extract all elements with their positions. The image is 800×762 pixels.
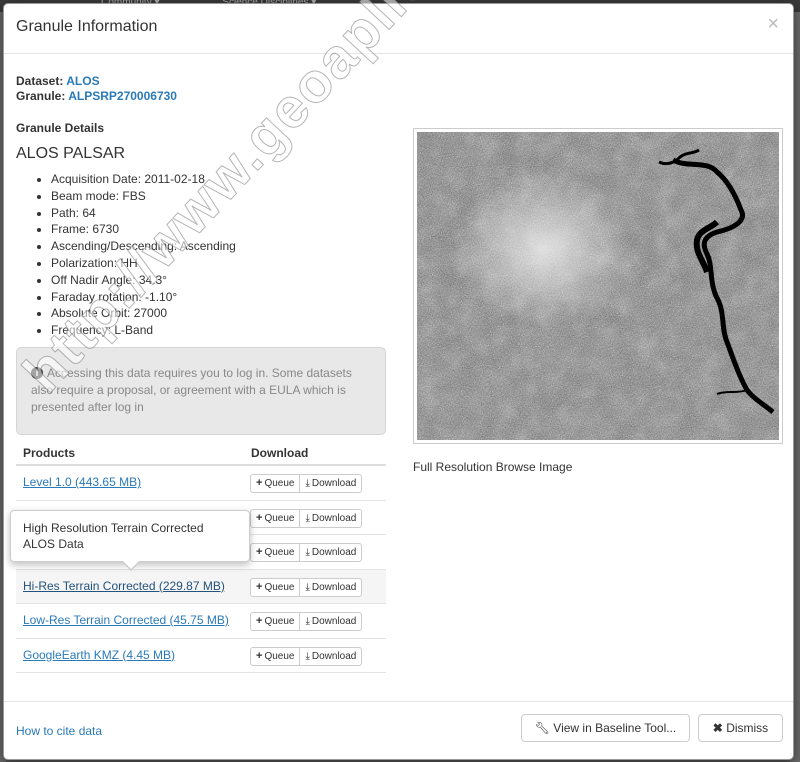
queue-button[interactable]: + Queue <box>250 508 301 528</box>
modal-header: Granule Information × <box>4 4 793 54</box>
info-icon: i <box>31 367 43 379</box>
download-label: Download <box>311 512 357 524</box>
product-link[interactable]: GoogleEarth KMZ (4.45 MB) <box>23 648 175 662</box>
queue-button[interactable]: + Queue <box>250 474 301 493</box>
queue-button[interactable]: + Queue <box>250 612 301 631</box>
login-alert: i Accessing this data requires you to log… <box>16 347 386 435</box>
granule-line: Granule: ALPSRP270006730 <box>16 89 177 104</box>
granule-details-heading: Granule Details <box>16 121 105 135</box>
attribute-item: Beam mode: FBS <box>51 188 236 205</box>
granule-label: Granule: <box>16 89 66 103</box>
col-download: Download <box>251 446 309 460</box>
download-button[interactable]: ⤓ Download <box>300 474 363 493</box>
download-button[interactable]: ⤓ Download <box>300 612 363 631</box>
close-icon[interactable]: × <box>767 14 779 34</box>
row-actions: + Queue ⤓ Download <box>250 646 363 666</box>
browse-image-frame[interactable] <box>413 128 783 444</box>
product-link[interactable]: Level 1.0 (443.65 MB) <box>23 475 141 489</box>
download-label: Download <box>311 581 357 593</box>
row-actions: + Queue ⤓ Download <box>250 508 363 528</box>
queue-label: Queue <box>264 478 295 489</box>
browse-image-caption: Full Resolution Browse Image <box>413 460 573 474</box>
attribute-item: Frequency: L-Band <box>51 322 236 339</box>
row-actions: + Queue ⤓ Download <box>250 577 363 597</box>
download-button[interactable]: ⤓ Download <box>300 577 363 597</box>
dataset-link[interactable]: ALOS <box>66 74 99 88</box>
download-button[interactable]: ⤓ Download <box>300 543 363 562</box>
row-actions: + Queue ⤓ Download <box>250 612 363 631</box>
row-actions: + Queue ⤓ Download <box>250 474 363 493</box>
sensor-name: ALOS PALSAR <box>16 145 126 162</box>
modal-footer: How to cite data 🔧︎ View in Baseline Too… <box>4 701 793 759</box>
attribute-item: Absolute Orbit: 27000 <box>51 305 236 322</box>
download-label: Download <box>311 616 357 627</box>
alert-text: Accessing this data requires you to log … <box>31 366 352 414</box>
dismiss-label: Dismiss <box>726 721 769 735</box>
product-link[interactable]: Low-Res Terrain Corrected (45.75 MB) <box>23 613 229 627</box>
dataset-label: Dataset: <box>16 74 64 88</box>
granule-link[interactable]: ALPSRP270006730 <box>68 89 177 103</box>
queue-button[interactable]: + Queue <box>250 543 301 562</box>
col-products: Products <box>23 446 76 460</box>
queue-label: Queue <box>264 581 295 593</box>
download-icon: ⤓ <box>305 547 310 558</box>
attribute-item: Off Nadir Angle: 34.3° <box>51 272 236 289</box>
products-header: Products Download <box>16 440 386 466</box>
queue-button[interactable]: + Queue <box>250 646 301 666</box>
granule-meta: Dataset: ALOS Granule: ALPSRP270006730 <box>16 74 177 104</box>
table-row: Hi-Res Terrain Corrected (229.87 MB) + Qu… <box>16 569 386 604</box>
queue-button[interactable]: + Queue <box>250 577 301 597</box>
wrench-icon: 🔧︎ <box>534 721 554 735</box>
download-button[interactable]: ⤓ Download <box>300 646 363 666</box>
attribute-item: Frame: 6730 <box>51 221 236 238</box>
product-tooltip: High Resolution Terrain Corrected ALOS D… <box>10 510 250 571</box>
download-icon: ⤓ <box>305 581 310 593</box>
dismiss-button[interactable]: ✖ Dismiss <box>698 714 783 742</box>
dataset-line: Dataset: ALOS <box>16 74 177 89</box>
baseline-tool-button[interactable]: 🔧︎ View in Baseline Tool... <box>521 714 690 742</box>
browse-image <box>417 132 779 440</box>
download-button[interactable]: ⤓ Download <box>300 508 363 528</box>
attribute-item: Faraday rotation: -1.10° <box>51 289 236 306</box>
download-icon: ⤓ <box>305 478 310 489</box>
download-icon: ⤓ <box>305 512 310 524</box>
download-icon: ⤓ <box>305 616 310 627</box>
product-link[interactable]: Hi-Res Terrain Corrected (229.87 MB) <box>23 579 225 593</box>
download-label: Download <box>311 547 357 558</box>
download-icon: ⤓ <box>305 650 310 662</box>
attribute-item: Polarization: HH <box>51 255 236 272</box>
table-row: Level 1.0 (443.65 MB) + Queue ⤓ Download <box>16 466 386 501</box>
row-actions: + Queue ⤓ Download <box>250 543 363 562</box>
modal-title: Granule Information <box>16 18 158 35</box>
baseline-label: View in Baseline Tool... <box>553 721 677 735</box>
table-row: Low-Res Terrain Corrected (45.75 MB) + Qu… <box>16 604 386 639</box>
attribute-item: Ascending/Descending: Ascending <box>51 238 236 255</box>
queue-label: Queue <box>264 547 295 558</box>
granule-info-modal: Granule Information × Dataset: ALOS Gran… <box>3 3 794 760</box>
queue-label: Queue <box>264 650 295 662</box>
queue-label: Queue <box>264 512 295 524</box>
attribute-item: Acquisition Date: 2011-02-18 <box>51 171 236 188</box>
queue-label: Queue <box>264 616 295 627</box>
granule-attributes: Acquisition Date: 2011-02-18 Beam mode: … <box>34 171 236 339</box>
x-icon: ✖ <box>712 721 727 735</box>
table-row: GoogleEarth KMZ (4.45 MB) + Queue ⤓ Downlo… <box>16 639 386 673</box>
download-label: Download <box>311 650 357 662</box>
download-label: Download <box>311 478 357 489</box>
attribute-item: Path: 64 <box>51 205 236 222</box>
cite-data-link[interactable]: How to cite data <box>16 724 102 738</box>
